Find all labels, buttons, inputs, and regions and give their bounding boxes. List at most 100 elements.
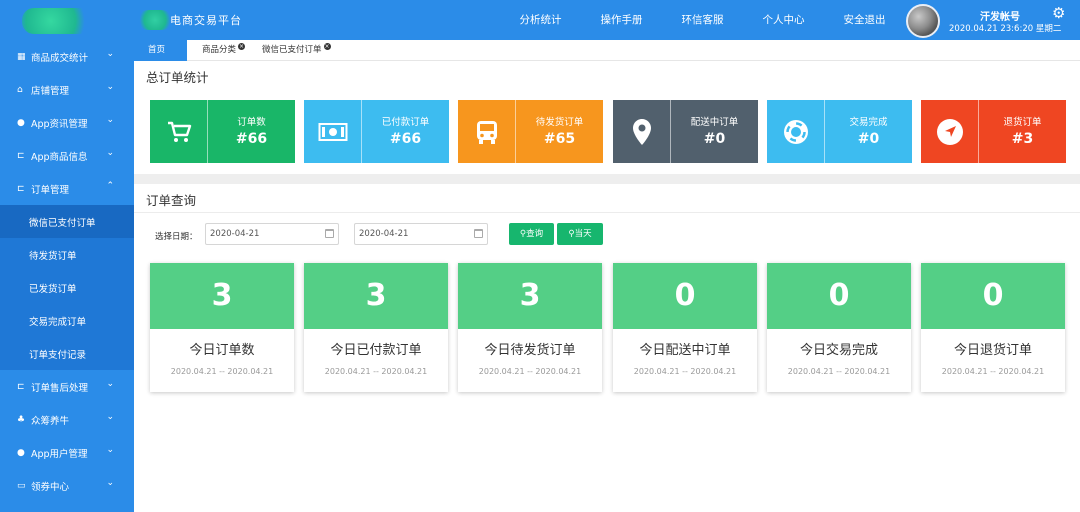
sidebar-sub-wechat-paid[interactable]: 微信已支付订单	[0, 205, 134, 238]
avatar[interactable]	[906, 4, 940, 38]
apple-icon: ●	[17, 447, 25, 458]
stat-label: 已付款订单	[381, 117, 430, 128]
section-separator	[134, 174, 1080, 184]
lifebuoy-icon	[767, 100, 825, 163]
today-range: 2020.04.21 -- 2020.04.21	[170, 367, 274, 376]
today-range: 2020.04.21 -- 2020.04.21	[787, 367, 891, 376]
nav-profile[interactable]: 个人中心	[743, 0, 824, 40]
nav-customer-service[interactable]: 环信客服	[662, 0, 743, 40]
sidebar-item-label: 店铺管理	[31, 85, 70, 97]
sidebar-item-sales-stats[interactable]: ▦ 商品成交统计 ⌄	[0, 40, 134, 73]
tab-home[interactable]: 首页	[134, 40, 187, 61]
today-card-delivering[interactable]: 0 今日配送中订单 2020.04.21 -- 2020.04.21	[613, 263, 757, 392]
start-date-input[interactable]	[205, 223, 339, 245]
today-card-completed[interactable]: 0 今日交易完成 2020.04.21 -- 2020.04.21	[767, 263, 911, 392]
top-bar: 电商交易平台 分析统计 操作手册 环信客服 个人中心 安全退出 汗发帐号 202…	[0, 0, 1080, 40]
today-value: 3	[304, 263, 448, 329]
chevron-down-icon: ⌄	[106, 148, 114, 158]
stat-label: 订单数	[237, 117, 266, 128]
sidebar-item-orders[interactable]: ⊏ 订单管理 ⌃	[0, 172, 134, 205]
chevron-down-icon: ⌄	[106, 445, 114, 455]
nav-analytics[interactable]: 分析统计	[500, 0, 581, 40]
today-range: 2020.04.21 -- 2020.04.21	[324, 367, 428, 376]
sidebar-item-coupons[interactable]: ▭ 领券中心 ⌄	[0, 469, 134, 502]
app-title: 电商交易平台	[170, 14, 242, 27]
today-label: 今日订单数	[189, 343, 255, 358]
user-datetime: 2020.04.21 23:6:20 星期二	[949, 24, 1062, 34]
stat-card-returns[interactable]: 退货订单 #3	[921, 100, 1066, 163]
stat-value: #66	[235, 131, 268, 147]
stat-card-completed[interactable]: 交易完成 #0	[767, 100, 912, 163]
top-nav: 分析统计 操作手册 环信客服 个人中心 安全退出	[500, 0, 905, 40]
store-icon: ⌂	[17, 84, 23, 95]
tab-label: 首页	[148, 45, 166, 55]
stat-card-paid[interactable]: 已付款订单 #66	[304, 100, 449, 163]
navigation-arrow-icon	[921, 100, 979, 163]
search-button-label: 查询	[526, 229, 544, 239]
close-icon[interactable]: ×	[323, 43, 331, 50]
sidebar-item-store[interactable]: ⌂ 店铺管理 ⌄	[0, 73, 134, 106]
today-card-returns[interactable]: 0 今日退货订单 2020.04.21 -- 2020.04.21	[921, 263, 1065, 392]
nav-manual[interactable]: 操作手册	[581, 0, 662, 40]
calendar-icon[interactable]	[474, 229, 483, 238]
sidebar-sub-pending-ship[interactable]: 待发货订单	[0, 238, 134, 271]
calendar-icon[interactable]	[325, 229, 334, 238]
cart-icon: ⊏	[17, 381, 25, 392]
chevron-down-icon: ⌄	[106, 49, 114, 59]
money-icon	[304, 100, 362, 163]
sidebar-item-label: 商品成交统计	[31, 52, 89, 64]
tab-wechat-paid[interactable]: 微信已支付订单 ×	[262, 40, 331, 61]
stat-label: 待发货订单	[535, 117, 584, 128]
sidebar-sub-payment-records[interactable]: 订单支付记录	[0, 337, 134, 370]
stat-label: 配送中订单	[690, 117, 739, 128]
sidebar-item-label: 订单管理	[31, 184, 70, 196]
end-date-input[interactable]	[354, 223, 488, 245]
today-label: 今日交易完成	[799, 343, 878, 358]
ticket-icon: ▭	[17, 480, 26, 491]
stat-card-pending-ship[interactable]: 待发货订单 #65	[458, 100, 603, 163]
gear-icon[interactable]: ⚙	[1052, 4, 1065, 22]
stat-label: 退货订单	[1003, 117, 1042, 128]
query-title: 订单查询	[146, 193, 197, 208]
cart-icon	[150, 100, 208, 163]
date-label: 选择日期：	[155, 232, 198, 242]
stat-card-orders[interactable]: 订单数 #66	[150, 100, 295, 163]
stat-card-delivering[interactable]: 配送中订单 #0	[613, 100, 758, 163]
sidebar-item-app-users[interactable]: ● App用户管理 ⌄	[0, 436, 134, 469]
stat-value: #65	[543, 131, 576, 147]
sidebar-item-app-goods[interactable]: ⊏ App商品信息 ⌄	[0, 139, 134, 172]
today-value: 0	[921, 263, 1065, 329]
chevron-down-icon: ⌄	[106, 478, 114, 488]
chevron-down-icon: ⌄	[106, 115, 114, 125]
sidebar-item-label: App用户管理	[31, 448, 88, 460]
today-button[interactable]: ⚲当天	[557, 223, 603, 245]
bus-icon	[458, 100, 516, 163]
stat-value: #0	[857, 131, 880, 147]
sidebar-item-after-sales[interactable]: ⊏ 订单售后处理 ⌄	[0, 370, 134, 403]
search-button[interactable]: ⚲查询	[509, 223, 554, 245]
sidebar-item-label: 众筹养牛	[31, 415, 70, 427]
nav-logout[interactable]: 安全退出	[824, 0, 905, 40]
sidebar-item-crowdfunding[interactable]: ♣ 众筹养牛 ⌄	[0, 403, 134, 436]
logo[interactable]	[22, 8, 94, 34]
tab-bar: 首页 商品分类 × 微信已支付订单 ×	[134, 40, 1080, 61]
sidebar-sub-shipped[interactable]: 已发货订单	[0, 271, 134, 304]
sidebar-sub-completed[interactable]: 交易完成订单	[0, 304, 134, 337]
tree-icon: ♣	[17, 414, 26, 425]
stat-value: #66	[389, 131, 422, 147]
today-card-paid[interactable]: 3 今日已付款订单 2020.04.21 -- 2020.04.21	[304, 263, 448, 392]
today-card-pending-ship[interactable]: 3 今日待发货订单 2020.04.21 -- 2020.04.21	[458, 263, 602, 392]
today-value: 3	[458, 263, 602, 329]
logo-mark	[138, 10, 172, 30]
tab-category[interactable]: 商品分类 ×	[202, 40, 246, 61]
sidebar: ▦ 商品成交统计 ⌄ ⌂ 店铺管理 ⌄ ● App资讯管理 ⌄ ⊏ App商品信…	[0, 40, 134, 512]
close-icon[interactable]: ×	[238, 43, 246, 50]
sidebar-item-app-news[interactable]: ● App资讯管理 ⌄	[0, 106, 134, 139]
chevron-down-icon: ⌄	[106, 412, 114, 422]
today-card-orders[interactable]: 3 今日订单数 2020.04.21 -- 2020.04.21	[150, 263, 294, 392]
today-range: 2020.04.21 -- 2020.04.21	[941, 367, 1045, 376]
today-value: 3	[150, 263, 294, 329]
sidebar-item-label: 领券中心	[31, 481, 70, 493]
sidebar-item-label: 订单售后处理	[31, 382, 89, 394]
tab-label: 商品分类	[202, 45, 237, 55]
